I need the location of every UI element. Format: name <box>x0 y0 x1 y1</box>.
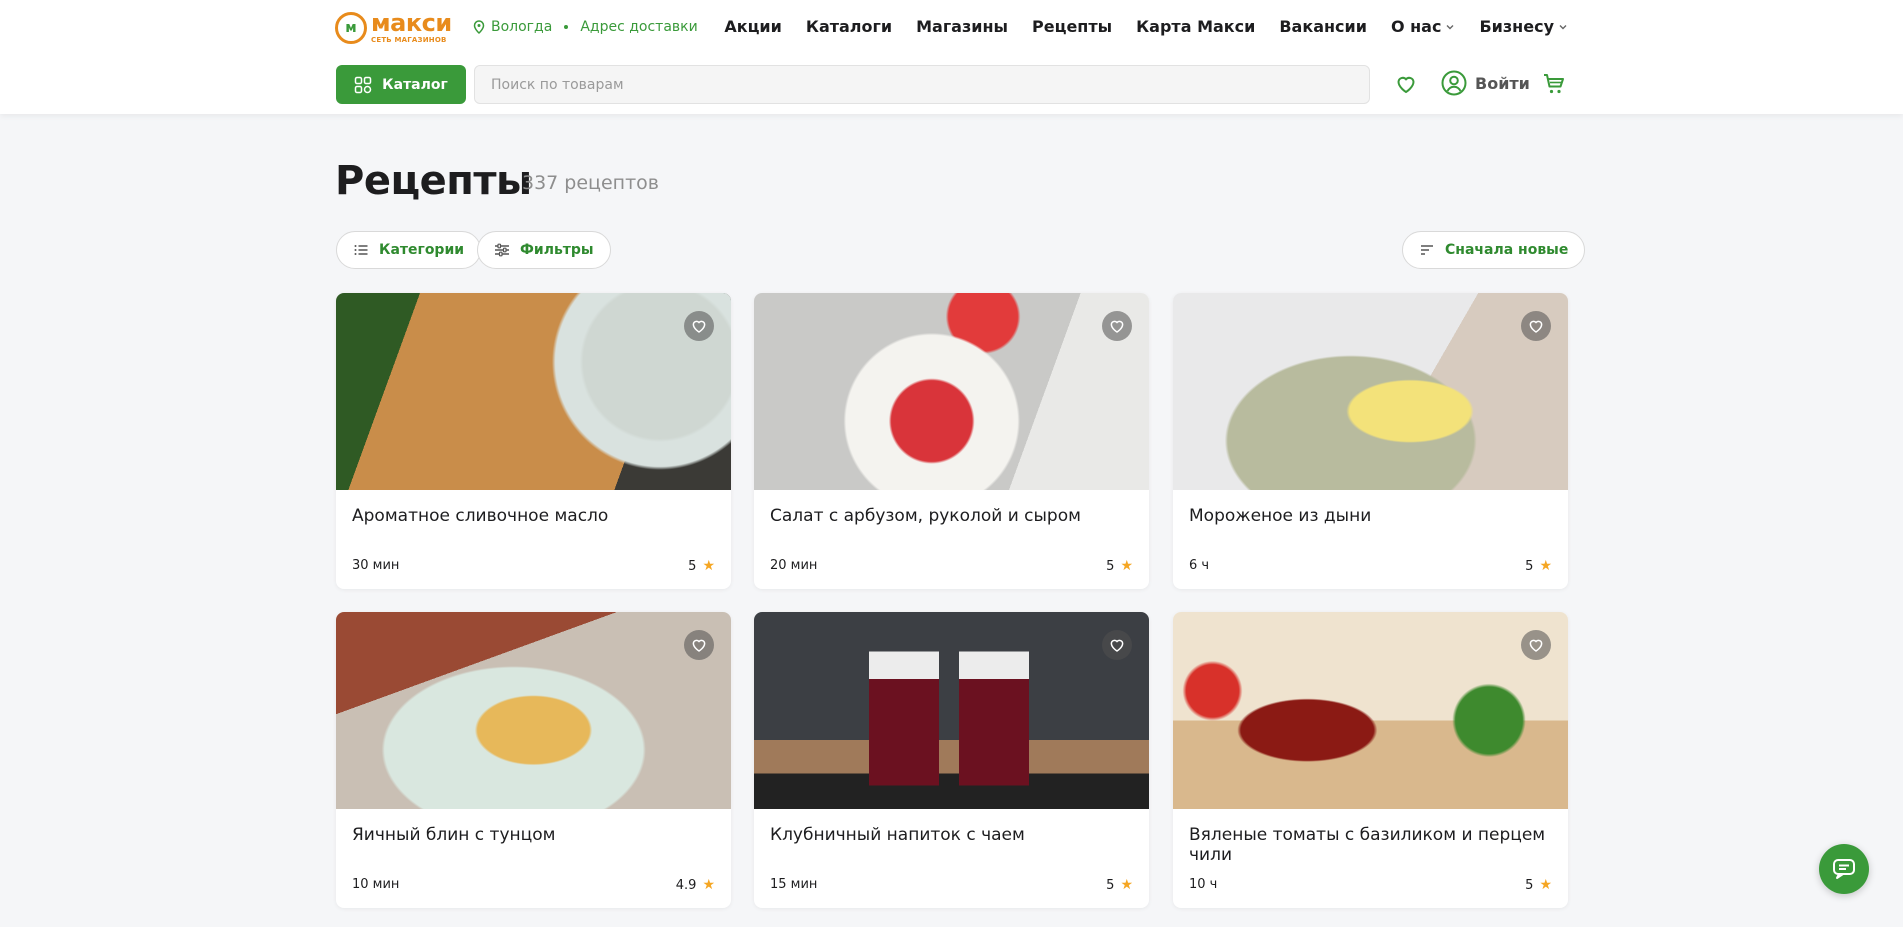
recipe-rating: 5 ★ <box>1106 877 1133 893</box>
recipe-time: 15 мин <box>770 877 818 892</box>
categories-label: Категории <box>379 242 465 258</box>
star-icon: ★ <box>1539 877 1552 893</box>
star-icon: ★ <box>1120 558 1133 574</box>
recipe-card[interactable]: Салат с арбузом, руколой и сыром 20 мин … <box>754 293 1149 589</box>
star-icon: ★ <box>1539 558 1552 574</box>
sort-icon <box>1421 245 1433 255</box>
cart-icon[interactable] <box>1542 72 1566 96</box>
recipe-title[interactable]: Яичный блин с тунцом <box>352 825 715 845</box>
nav-item-stores[interactable]: Магазины <box>916 17 1008 36</box>
recipe-rating: 5 ★ <box>1106 558 1133 574</box>
recipe-image-strawberry-drink <box>754 612 1149 809</box>
recipe-time: 30 мин <box>352 558 400 573</box>
sliders-icon <box>495 243 509 257</box>
recipe-card[interactable]: Яичный блин с тунцом 10 мин 4.9 ★ <box>336 612 731 908</box>
rating-value: 5 <box>688 558 697 574</box>
heart-icon <box>1110 320 1124 333</box>
heart-icon <box>1529 320 1543 333</box>
chevron-down-icon <box>1559 24 1567 29</box>
chat-button[interactable] <box>1819 844 1869 894</box>
recipe-rating: 4.9 ★ <box>676 877 715 893</box>
nav-item-maxi-card[interactable]: Карта Макси <box>1136 17 1255 36</box>
recipe-image-butter <box>336 293 731 490</box>
star-icon: ★ <box>1120 877 1133 893</box>
user-icon <box>1441 70 1467 96</box>
recipe-image-melon-icecream <box>1173 293 1568 490</box>
recipe-card[interactable]: Вяленые томаты с базиликом и перцем чили… <box>1173 612 1568 908</box>
nav-item-about-label: О нас <box>1390 17 1442 36</box>
nav-item-promotions[interactable]: Акции <box>724 17 782 36</box>
heart-icon <box>692 320 706 333</box>
logo[interactable]: м макси СЕТЬ МАГАЗИНОВ <box>335 11 452 44</box>
rating-value: 5 <box>1106 877 1115 893</box>
recipe-rating: 5 ★ <box>688 558 715 574</box>
nav-item-vacancies[interactable]: Вакансии <box>1279 17 1367 36</box>
logo-subtitle: СЕТЬ МАГАЗИНОВ <box>371 36 447 44</box>
login-button[interactable]: Войти <box>1441 70 1530 96</box>
chevron-down-icon <box>1446 24 1454 29</box>
sort-label: Сначала новые <box>1445 242 1569 258</box>
star-icon: ★ <box>702 558 715 574</box>
favorite-button[interactable] <box>1521 630 1551 660</box>
recipe-title[interactable]: Мороженое из дыни <box>1189 506 1552 526</box>
recipe-card[interactable]: Ароматное сливочное масло 30 мин 5 ★ <box>336 293 731 589</box>
nav-item-business[interactable]: Бизнесу <box>1479 17 1568 36</box>
recipe-rating: 5 ★ <box>1525 877 1552 893</box>
rating-value: 4.9 <box>675 877 697 893</box>
recipe-card[interactable]: Клубничный напиток с чаем 15 мин 5 ★ <box>754 612 1149 908</box>
search-input[interactable] <box>474 65 1370 104</box>
recipe-count: 337 рецептов <box>522 172 659 194</box>
recipe-time: 6 ч <box>1189 558 1210 573</box>
recipe-time: 10 мин <box>352 877 400 892</box>
recipe-title[interactable]: Ароматное сливочное масло <box>352 506 715 526</box>
login-label: Войти <box>1475 73 1530 93</box>
logo-name: макси <box>371 9 452 37</box>
heart-icon <box>692 639 706 652</box>
city-selector[interactable]: Вологда <box>491 19 552 35</box>
recipe-title[interactable]: Вяленые томаты с базиликом и перцем чили <box>1189 825 1552 865</box>
recipe-card[interactable]: Мороженое из дыни 6 ч 5 ★ <box>1173 293 1568 589</box>
catalog-grid-icon <box>354 76 372 93</box>
nav-item-catalogs[interactable]: Каталоги <box>806 17 892 36</box>
heart-icon <box>1110 639 1124 652</box>
recipe-time: 20 мин <box>770 558 818 573</box>
recipe-image-tuna-crepe <box>336 612 731 809</box>
sort-button[interactable]: Сначала новые <box>1402 231 1586 269</box>
favorite-button[interactable] <box>684 311 714 341</box>
delivery-address-link[interactable]: Адрес доставки <box>580 19 697 35</box>
catalog-button[interactable]: Каталог <box>336 65 466 104</box>
recipe-time: 10 ч <box>1189 877 1218 892</box>
nav-item-recipes[interactable]: Рецепты <box>1032 17 1112 36</box>
star-icon: ★ <box>702 877 715 893</box>
favorite-button[interactable] <box>1521 311 1551 341</box>
main-nav: Акции Каталоги Магазины Рецепты Карта Ма… <box>724 17 1568 36</box>
favorite-button[interactable] <box>1102 311 1132 341</box>
heart-icon <box>1529 639 1543 652</box>
recipe-rating: 5 ★ <box>1525 558 1552 574</box>
recipe-title[interactable]: Салат с арбузом, руколой и сыром <box>770 506 1133 526</box>
location-pin-icon <box>473 20 485 34</box>
logo-mark-icon: м <box>335 11 367 44</box>
rating-value: 5 <box>1525 558 1534 574</box>
recipe-image-sundried-tomatoes <box>1173 612 1568 809</box>
nav-item-business-label: Бизнесу <box>1479 17 1554 36</box>
location-bar: Вологда Адрес доставки <box>473 19 698 35</box>
favorite-button[interactable] <box>684 630 714 660</box>
page-title: Рецепты <box>335 158 532 204</box>
rating-value: 5 <box>1525 877 1534 893</box>
list-icon <box>354 245 368 255</box>
chat-icon <box>1833 859 1855 879</box>
nav-item-about[interactable]: О нас <box>1391 17 1456 36</box>
filters-label: Фильтры <box>520 242 594 258</box>
rating-value: 5 <box>1106 558 1115 574</box>
separator-dot <box>564 25 569 29</box>
favorite-button[interactable] <box>1102 630 1132 660</box>
favorites-heart-icon[interactable] <box>1394 72 1418 96</box>
catalog-button-label: Каталог <box>382 76 448 93</box>
recipe-title[interactable]: Клубничный напиток с чаем <box>770 825 1133 845</box>
filters-button[interactable]: Фильтры <box>477 231 611 269</box>
recipe-image-watermelon-salad <box>754 293 1149 490</box>
site-header: м макси СЕТЬ МАГАЗИНОВ Вологда Адрес дос… <box>0 0 1903 114</box>
categories-button[interactable]: Категории <box>336 231 482 269</box>
